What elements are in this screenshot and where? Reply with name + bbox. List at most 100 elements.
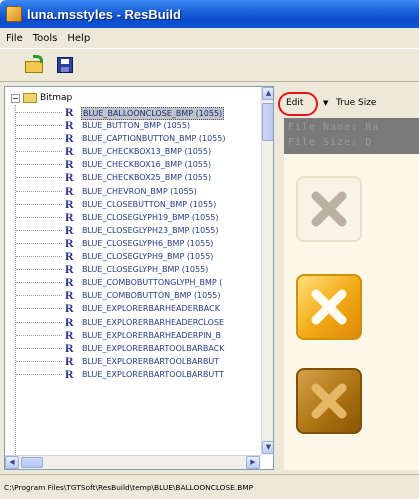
app-icon — [6, 6, 22, 22]
tree-connector-line — [16, 373, 62, 375]
status-bar: C:\Program Files\TGTSoft\ResBuild\temp\B… — [0, 474, 419, 499]
resource-tree[interactable]: − Bitmap R BLUE_BALLOONCLOSE_BMP (1055) R B… — [4, 86, 274, 470]
toolbar — [0, 48, 419, 82]
tree-item-label: BLUE_CHEVRON_BMP (1055) — [82, 186, 197, 196]
tree-item[interactable]: R BLUE_EXPLORERBARHEADERCLOSE — [5, 315, 261, 329]
tree-connector-line — [16, 229, 62, 231]
resource-icon: R — [65, 301, 74, 316]
tree-connector-line — [16, 360, 62, 362]
file-name-text: File Name: Ra — [288, 122, 380, 133]
tree-item[interactable]: R BLUE_CLOSEGLYPH23_BMP (1055) — [5, 223, 261, 237]
tree-connector-line — [16, 216, 62, 218]
tree-connector-line — [16, 269, 62, 271]
tree-item[interactable]: R BLUE_CLOSEBUTTON_BMP (1055) — [5, 197, 261, 211]
tree-item-label: BLUE_CAPTIONBUTTON_BMP (1055) — [82, 134, 226, 144]
true-size-button[interactable]: True Size — [336, 98, 376, 108]
scroll-up-button[interactable]: ▲ — [262, 87, 273, 100]
resource-icon: R — [65, 209, 74, 224]
tree-item-label: BLUE_CHECKBOX16_BMP (1055) — [82, 160, 212, 170]
window-title: luna.msstyles - ResBuild — [27, 6, 181, 22]
tree-item-label: BLUE_CLOSEGLYPH9_BMP (1055) — [82, 252, 214, 262]
tree-connector-line — [16, 125, 62, 127]
save-disk-icon — [57, 57, 73, 73]
title-bar[interactable]: luna.msstyles - ResBuild — [0, 0, 419, 28]
tree-item-label: BLUE_CLOSEGLYPH23_BMP (1055) — [82, 225, 219, 235]
tree-item[interactable]: R BLUE_COMBOBUTTONGLYPH_BMP ( — [5, 276, 261, 289]
tree-connector-line — [16, 203, 62, 205]
tree-item[interactable]: R BLUE_EXPLORERBARHEADERPIN_B — [5, 328, 261, 342]
scroll-left-button[interactable]: ◀ — [5, 456, 19, 469]
tree-item-label: BLUE_EXPLORERBARTOOLBARBUTT — [82, 369, 224, 379]
resource-icon: R — [65, 157, 74, 172]
scroll-right-button[interactable]: ▶ — [246, 456, 260, 469]
tree-item-label: BLUE_EXPLORERBARHEADERCLOSE — [82, 317, 225, 327]
tree-root-label: Bitmap — [40, 93, 73, 103]
tree-item[interactable]: R BLUE_BALLOONCLOSE_BMP (1055) — [5, 105, 261, 120]
tree-connector-line — [16, 177, 62, 179]
resource-icon: R — [65, 105, 74, 119]
tree-connector-line — [16, 347, 62, 349]
tree-connector-line — [16, 138, 62, 140]
tree-item[interactable]: R BLUE_EXPLORERBARTOOLBARBUTT — [5, 366, 261, 381]
tree-connector-line — [16, 242, 62, 244]
open-button[interactable] — [22, 52, 48, 78]
status-path-text: C:\Program Files\TGTSoft\ResBuild\temp\B… — [4, 482, 254, 492]
tree-item-list: R BLUE_BALLOONCLOSE_BMP (1055) R BLUE_BUTTO… — [5, 106, 261, 381]
tree-item[interactable]: R BLUE_COMBOBUTTON_BMP (1055) — [5, 289, 261, 302]
folder-icon — [23, 93, 37, 103]
tree-item-label: BLUE_BALLOONCLOSE_BMP (1055) — [81, 107, 225, 120]
tree-item-label: BLUE_COMBOBUTTONGLYPH_BMP ( — [82, 278, 223, 288]
preview-pane: Edit ▼ True Size File Name: Ra File Size… — [278, 86, 419, 470]
tree-item[interactable]: R BLUE_EXPLORERBARTOOLBARBUT — [5, 354, 261, 368]
horizontal-scroll-thumb[interactable] — [21, 457, 43, 468]
resource-icon: R — [65, 170, 74, 185]
tree-connector-line — [16, 164, 62, 166]
tree-item-label: BLUE_COMBOBUTTON_BMP (1055) — [82, 291, 221, 301]
tree-item-label: BLUE_BUTTON_BMP (1055) — [82, 121, 191, 131]
tree-item-label: BLUE_CLOSEGLYPH19_BMP (1055) — [82, 212, 219, 222]
tree-item-label: BLUE_CLOSEBUTTON_BMP (1055) — [82, 199, 217, 209]
tree-item[interactable]: R BLUE_CHEVRON_BMP (1055) — [5, 184, 261, 198]
tree-item-label: BLUE_EXPLORERBARTOOLBARBACK — [82, 343, 225, 353]
resource-icon: R — [65, 118, 74, 133]
menu-help[interactable]: Help — [67, 33, 90, 44]
tree-vertical-scrollbar[interactable]: ▲ ▼ — [261, 87, 273, 455]
resource-icon: R — [65, 288, 74, 303]
menu-tools[interactable]: Tools — [33, 33, 58, 44]
edit-dropdown-arrow-icon[interactable]: ▼ — [323, 99, 328, 107]
resource-icon: R — [65, 249, 74, 264]
vertical-scroll-thumb[interactable] — [262, 103, 273, 141]
tree-item[interactable]: R BLUE_EXPLORERBARHEADERBACK — [5, 302, 261, 315]
tree-item[interactable]: R BLUE_CLOSEGLYPH_BMP (1055) — [5, 263, 261, 276]
tree-connector-line — [16, 256, 62, 258]
tree-item-label: BLUE_CHECKBOX13_BMP (1055) — [82, 147, 212, 157]
close-pressed-icon — [296, 368, 362, 434]
resource-icon: R — [65, 366, 74, 381]
resource-icon: R — [65, 262, 74, 277]
tree-root-bitmap[interactable]: − Bitmap — [11, 93, 72, 103]
save-button[interactable] — [52, 52, 78, 78]
file-size-text: File Size: D — [288, 137, 373, 148]
tree-item-label: BLUE_CLOSEGLYPH_BMP (1055) — [82, 265, 209, 275]
tree-connector-line — [16, 190, 62, 192]
tree-item[interactable]: R BLUE_EXPLORERBARTOOLBARBACK — [5, 341, 261, 355]
collapse-icon[interactable]: − — [11, 93, 20, 103]
tree-horizontal-scrollbar[interactable]: ◀ ▶ — [5, 455, 261, 469]
tree-item[interactable]: R BLUE_BUTTON_BMP (1055) — [5, 119, 261, 132]
tree-item-label: BLUE_CHECKBOX25_BMP (1055) — [82, 173, 212, 183]
menu-bar: File Tools Help — [0, 28, 419, 48]
tree-item[interactable]: R BLUE_CHECKBOX13_BMP (1055) — [5, 145, 261, 158]
tree-item-label: BLUE_CLOSEGLYPH6_BMP (1055) — [82, 238, 214, 248]
tree-item[interactable]: R BLUE_CHECKBOX16_BMP (1055) — [5, 158, 261, 171]
menu-file[interactable]: File — [6, 33, 23, 44]
tree-item-label: BLUE_EXPLORERBARHEADERBACK — [82, 304, 220, 314]
tree-item[interactable]: R BLUE_CHECKBOX25_BMP (1055) — [5, 171, 261, 184]
tree-item[interactable]: R BLUE_CLOSEGLYPH19_BMP (1055) — [5, 209, 261, 224]
edit-button[interactable]: Edit — [286, 98, 303, 108]
tree-item[interactable]: R BLUE_CLOSEGLYPH6_BMP (1055) — [5, 236, 261, 250]
tree-item[interactable]: R BLUE_CAPTIONBUTTON_BMP (1055) — [5, 132, 261, 145]
scroll-down-button[interactable]: ▼ — [262, 441, 273, 454]
tree-item-label: BLUE_EXPLORERBARHEADERPIN_B — [82, 330, 221, 340]
close-hot-icon — [296, 274, 362, 340]
tree-item[interactable]: R BLUE_CLOSEGLYPH9_BMP (1055) — [5, 250, 261, 263]
